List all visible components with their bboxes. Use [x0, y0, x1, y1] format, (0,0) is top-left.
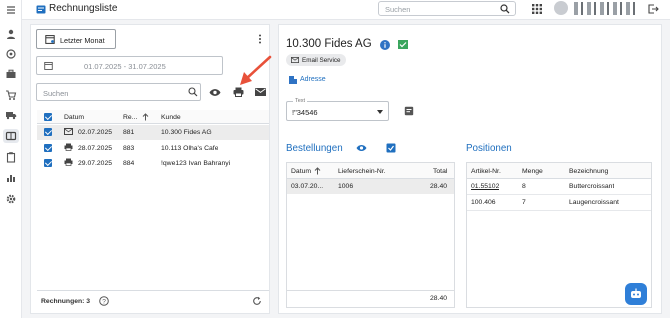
top-bar [22, 0, 670, 20]
position-description: Laugencroissant [569, 199, 619, 206]
gear-icon[interactable] [5, 193, 17, 205]
period-button[interactable]: Letzter Monat [36, 29, 116, 49]
row-customer: !qwe123 Ivan Bahranyi [161, 160, 231, 167]
text-select-label: Text [293, 98, 308, 104]
page-title: Rechnungsliste [49, 3, 118, 14]
position-description: Buttercroissant [569, 183, 615, 190]
row-number: 883 [123, 145, 135, 152]
row-date: 02.07.2025 [78, 129, 113, 136]
divider [287, 290, 454, 291]
invoice-title-icon [36, 5, 46, 14]
preview-eye-icon[interactable] [209, 88, 221, 97]
article-link[interactable]: 01.55102 [471, 183, 499, 190]
global-search-input[interactable]: Suchen [378, 1, 516, 16]
avatar[interactable] [554, 1, 568, 15]
period-button-label: Letzter Monat [60, 36, 105, 45]
logout-icon[interactable] [648, 4, 659, 14]
order-date: 03.07.20... [291, 183, 324, 190]
refresh-icon[interactable] [252, 296, 262, 306]
divider [467, 194, 651, 195]
note-icon[interactable] [404, 106, 414, 116]
search-icon[interactable] [188, 87, 198, 97]
sort-arrow-up-icon[interactable] [142, 113, 149, 121]
text-select[interactable]: Text !"34546 [286, 98, 389, 121]
email-icon[interactable] [255, 88, 266, 96]
customer-title: 10.300 Fides AG [286, 38, 372, 50]
chevron-down-icon[interactable] [377, 110, 383, 114]
date-range-field[interactable]: 01.07.2025 - 31.07.2025 [36, 56, 223, 75]
calendar-icon[interactable] [44, 61, 53, 70]
annotation-arrow [240, 55, 272, 85]
positions-title: Positionen [466, 143, 512, 154]
select-all-checkbox[interactable] [44, 113, 52, 121]
service-chip-label: Email Service [302, 56, 341, 64]
side-nav [0, 0, 22, 318]
position-quantity: 8 [522, 183, 526, 190]
divider [37, 290, 269, 291]
user-icon[interactable] [5, 28, 17, 40]
column-header-date[interactable]: Datum [64, 114, 84, 121]
bar-chart-icon[interactable] [5, 172, 17, 184]
column-header-article[interactable]: Artikel-Nr. [471, 168, 501, 175]
clipboard-icon[interactable] [5, 151, 17, 163]
menu-icon[interactable] [5, 4, 17, 16]
building-icon [289, 76, 297, 84]
email-icon [64, 128, 73, 135]
apps-grid-icon[interactable] [532, 4, 542, 14]
row-checkbox[interactable] [44, 159, 52, 167]
search-icon[interactable] [500, 4, 510, 14]
sort-arrow-up-icon[interactable] [314, 167, 321, 175]
orders-title: Bestellungen [286, 143, 343, 154]
help-icon[interactable]: ? [99, 296, 109, 306]
column-header-date[interactable]: Datum [291, 168, 311, 175]
row-number: 884 [123, 160, 135, 167]
orders-footer-total: 28.40 [430, 295, 448, 302]
address-link[interactable]: Adresse [300, 76, 326, 83]
briefcase-icon[interactable] [5, 68, 17, 80]
row-customer: 10.113 Olha's Cafe [161, 145, 219, 152]
calendar-icon [45, 35, 55, 44]
row-number: 881 [123, 129, 135, 136]
user-name-pixelated [574, 2, 636, 15]
column-header-number[interactable]: Re... [123, 114, 137, 121]
text-select-value: !"34546 [292, 108, 318, 117]
cart-icon[interactable] [5, 89, 17, 101]
truck-icon[interactable] [5, 109, 17, 121]
invoice-icon[interactable] [5, 130, 17, 142]
email-sent-icon [398, 40, 408, 49]
column-header-customer[interactable]: Kunde [161, 114, 181, 121]
invoice-count: Rechnungen: 3 [41, 298, 91, 305]
svg-text:?: ? [102, 299, 106, 306]
row-date: 28.07.2025 [78, 145, 113, 152]
column-header-delivery[interactable]: Lieferschein-Nr. [338, 168, 386, 175]
position-article: 100.406 [471, 199, 496, 206]
row-date: 29.07.2025 [78, 160, 113, 167]
email-icon [291, 57, 299, 63]
column-header-description[interactable]: Bezeichnung [569, 168, 608, 175]
print-icon[interactable] [233, 87, 244, 97]
target-icon[interactable] [5, 48, 17, 60]
column-header-total[interactable]: Total [433, 168, 447, 175]
printer-icon [64, 158, 73, 166]
date-range-value: 01.07.2025 - 31.07.2025 [84, 62, 166, 71]
more-options-icon[interactable] [258, 34, 262, 44]
order-total: 28.40 [430, 183, 448, 190]
robot-icon [631, 288, 641, 298]
divider [467, 210, 651, 211]
chat-assistant-button[interactable] [625, 283, 647, 305]
service-chip: Email Service [286, 54, 346, 66]
info-icon[interactable] [380, 40, 390, 50]
position-quantity: 7 [522, 199, 526, 206]
search-placeholder: Suchen [385, 5, 411, 14]
checklist-icon[interactable] [386, 143, 396, 153]
row-checkbox[interactable] [44, 144, 52, 152]
view-eye-icon[interactable] [356, 144, 367, 152]
list-search-placeholder: Suchen [43, 89, 69, 98]
order-delivery-number: 1006 [338, 183, 354, 190]
column-header-quantity[interactable]: Menge [522, 168, 543, 175]
list-search-input[interactable]: Suchen [36, 83, 201, 101]
row-checkbox[interactable] [44, 128, 52, 136]
row-customer: 10.300 Fides AG [161, 129, 212, 136]
printer-icon [64, 143, 73, 151]
